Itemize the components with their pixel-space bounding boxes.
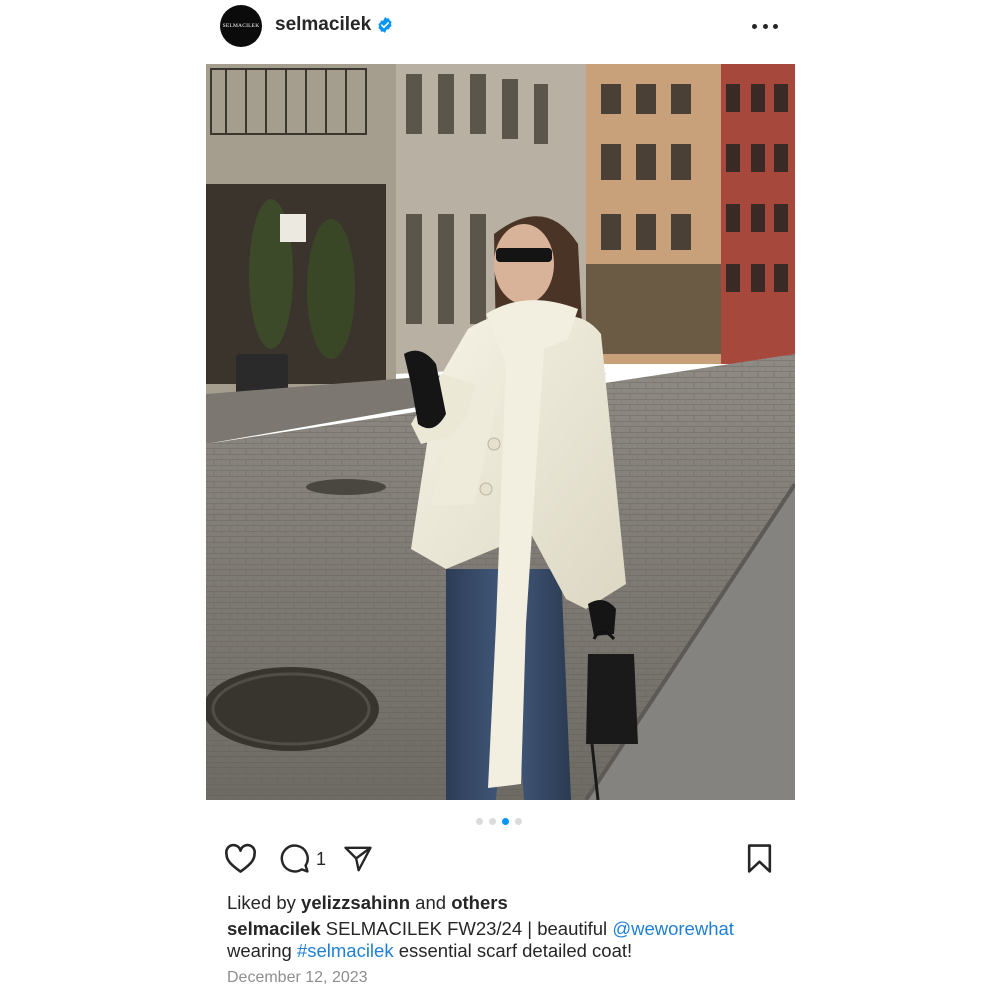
comment-bubble-icon[interactable] [279,843,310,874]
caption-text: wearing [227,940,297,961]
send-icon[interactable] [342,844,374,874]
likes-middle: and [410,892,452,913]
street-fashion-photo [206,64,795,800]
carousel-dot [515,818,522,825]
post-date: December 12, 2023 [227,969,368,986]
caption-mention-link[interactable]: @weworewhat [612,918,734,939]
comment-count: 1 [316,849,327,869]
likes-summary: Liked by yelizzsahinn and others [227,892,508,914]
caption-text: essential scarf detailed coat! [393,940,633,961]
post-actions-bar: 1 [0,838,1000,880]
liked-by-user-link[interactable]: yelizzsahinn [301,892,410,913]
post-photo[interactable] [206,64,795,800]
bookmark-icon[interactable] [746,843,773,874]
username-link[interactable]: selmacilek [275,14,371,36]
avatar-logo-text: SELMACILEK [222,23,260,29]
carousel-dot [476,818,483,825]
likes-others-link[interactable]: others [451,892,508,913]
caption-text: SELMACILEK FW23/24 | beautiful [320,918,613,939]
carousel-dot-active [502,818,509,825]
post-caption: selmacilek SELMACILEK FW23/24 | beautifu… [227,918,787,962]
carousel-dot [489,818,496,825]
more-options-icon[interactable] [752,16,778,36]
heart-icon[interactable] [224,843,257,874]
verified-badge-icon [378,17,392,33]
post-header: SELMACILEK selmacilek [0,0,1000,52]
carousel-indicator [0,818,1000,828]
caption-author-link[interactable]: selmacilek [227,918,321,939]
caption-hashtag-link[interactable]: #selmacilek [297,940,394,961]
likes-prefix: Liked by [227,892,302,913]
avatar[interactable]: SELMACILEK [220,5,262,47]
